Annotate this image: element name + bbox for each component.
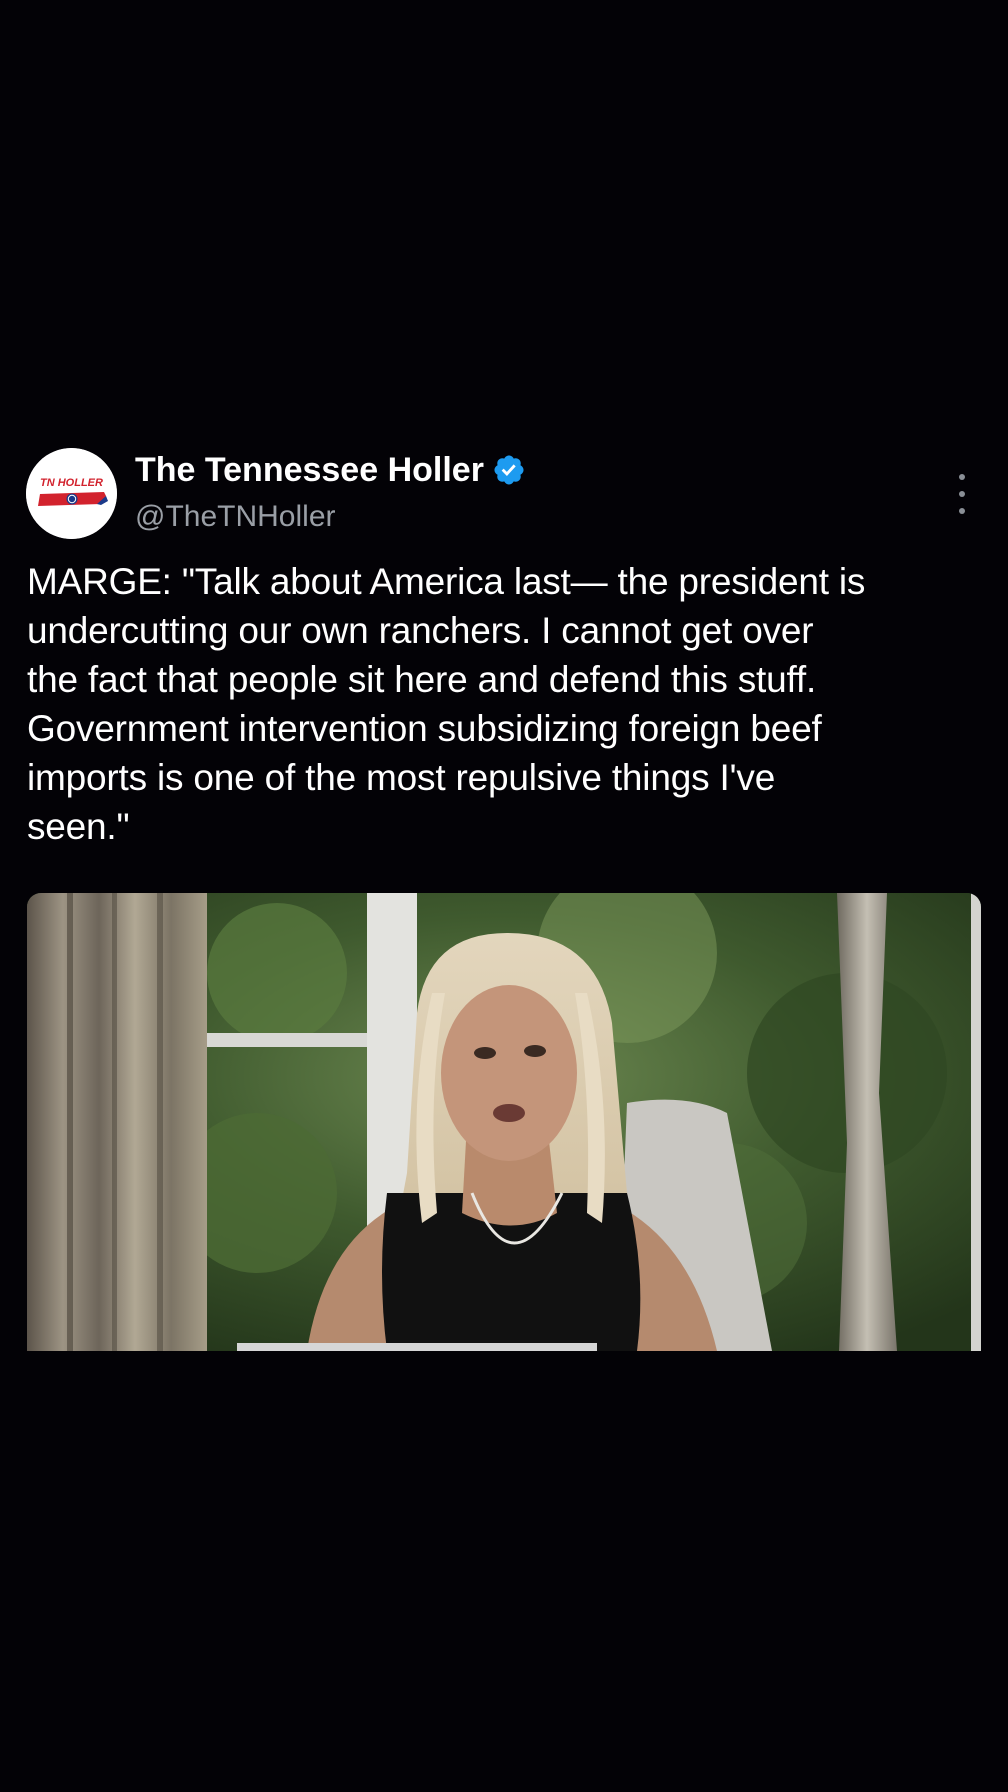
tn-holler-logo: TN HOLLER <box>26 448 117 539</box>
verified-badge-icon <box>494 455 524 485</box>
tweet: TN HOLLER The Tennessee Holler @TheTNHol… <box>0 0 1008 1792</box>
more-vertical-icon-dot <box>959 491 965 497</box>
more-options-button[interactable] <box>950 474 974 514</box>
more-vertical-icon-dot <box>959 474 965 480</box>
display-name[interactable]: The Tennessee Holler <box>135 451 484 490</box>
tweet-text: MARGE: "Talk about America last— the pre… <box>27 561 866 847</box>
avatar[interactable]: TN HOLLER <box>26 448 117 539</box>
display-name-row[interactable]: The Tennessee Holler <box>135 448 526 492</box>
tweet-media-video[interactable] <box>27 893 981 1351</box>
video-frame <box>27 893 981 1351</box>
handle[interactable]: @TheTNHoller <box>135 500 336 534</box>
avatar-logo-text: TN HOLLER <box>40 477 103 489</box>
more-vertical-icon-dot <box>959 508 965 514</box>
